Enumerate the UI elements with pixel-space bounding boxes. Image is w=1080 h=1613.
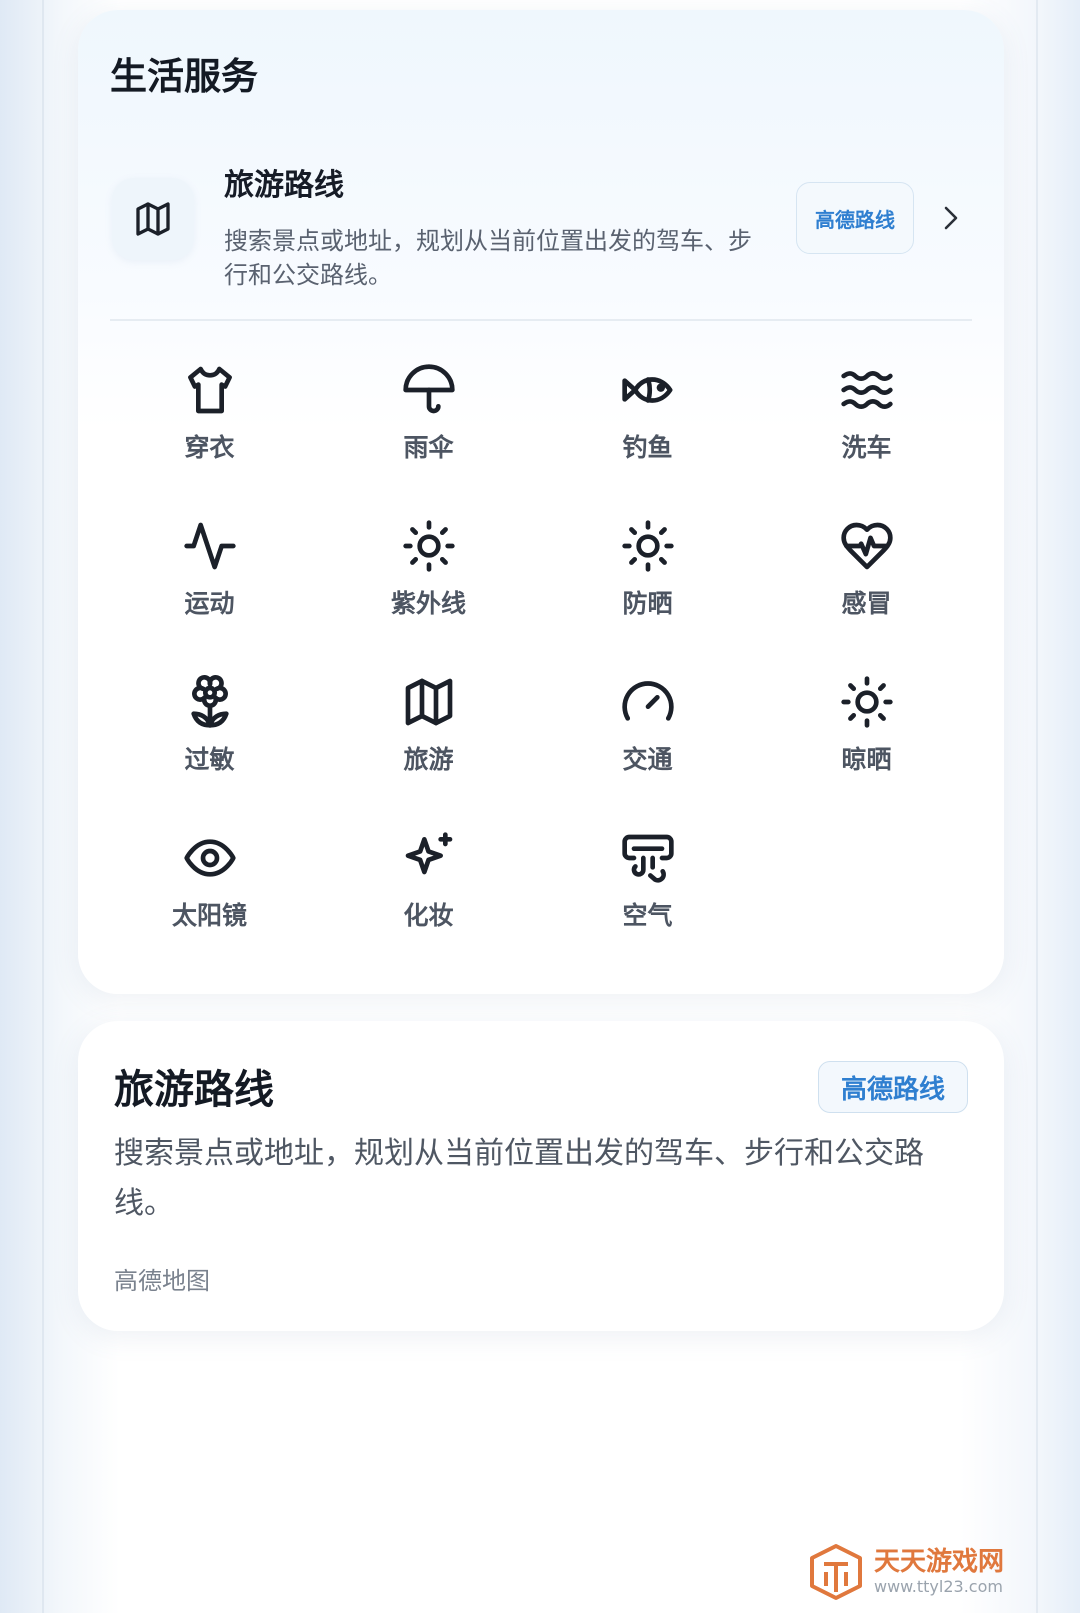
grid-item-sunscreen[interactable]: 防晒 [538, 516, 757, 636]
grid-label: 空气 [622, 901, 673, 930]
chevron-right-icon[interactable] [936, 200, 966, 236]
grid-item-air[interactable]: 空气 [538, 828, 757, 948]
travel-route-card[interactable]: 旅游路线 高德路线 搜索景点或地址，规划从当前位置出发的驾车、步行和公交路线。 … [78, 1021, 1004, 1331]
umbrella-icon [402, 364, 455, 414]
grid-item-drying[interactable]: 晾晒 [757, 672, 976, 792]
heart-pulse-icon [840, 522, 893, 570]
grid-item-travel[interactable]: 旅游 [319, 672, 538, 792]
grid-label: 感冒 [841, 589, 892, 618]
shirt-icon [187, 366, 232, 414]
grid-item-fishing[interactable]: 钓鱼 [538, 360, 757, 480]
grid-item-umbrella[interactable]: 雨伞 [319, 360, 538, 480]
card-source: 高德地图 [114, 1267, 210, 1295]
grid-label: 晾晒 [841, 745, 892, 774]
grid-label: 穿衣 [184, 433, 235, 462]
grid-label: 雨伞 [403, 433, 454, 462]
grid-label: 过敏 [184, 745, 235, 774]
amap-route-badge[interactable]: 高德路线 [818, 1061, 968, 1113]
grid-label: 洗车 [841, 433, 892, 462]
sun-icon [621, 520, 674, 572]
grid-item-sunglasses[interactable]: 太阳镜 [100, 828, 319, 948]
right-rail [1036, 0, 1038, 1613]
sun-icon [402, 520, 455, 572]
grid-label: 钓鱼 [622, 433, 673, 462]
card-title: 旅游路线 [114, 1067, 274, 1113]
grid-item-carwash[interactable]: 洗车 [757, 360, 976, 480]
watermark-logo-icon [810, 1544, 862, 1600]
grid-label: 交通 [622, 745, 673, 774]
grid-item-allergy[interactable]: 过敏 [100, 672, 319, 792]
feature-title: 旅游路线 [224, 168, 344, 203]
page: 生活服务 旅游路线 搜索景点或地址，规划从当前位置出发的驾车、步行和公交路线。 … [0, 0, 1080, 1613]
grid-label: 化妆 [403, 901, 454, 930]
waves-icon [840, 371, 893, 409]
grid-item-traffic[interactable]: 交通 [538, 672, 757, 792]
feature-description: 搜索景点或地址，规划从当前位置出发的驾车、步行和公交路线。 [224, 227, 752, 289]
grid-item-cold[interactable]: 感冒 [757, 516, 976, 636]
grid-label: 防晒 [622, 589, 673, 618]
divider [110, 319, 972, 321]
watermark: 天天游戏网 www.ttyl23.com [806, 1540, 1036, 1604]
grid-item-makeup[interactable]: 化妆 [319, 828, 538, 948]
air-vent-icon [621, 834, 674, 883]
gauge-icon [621, 681, 674, 721]
eye-icon [183, 839, 236, 877]
fish-icon [621, 377, 672, 403]
life-services-card: 生活服务 旅游路线 搜索景点或地址，规划从当前位置出发的驾车、步行和公交路线。 … [78, 10, 1004, 994]
activity-icon [183, 522, 236, 570]
map-icon [112, 178, 194, 260]
flower-icon [190, 675, 229, 728]
map-icon [405, 678, 452, 726]
grid-label: 紫外线 [390, 589, 466, 618]
grid-label: 太阳镜 [171, 901, 247, 930]
watermark-title: 天天游戏网 [874, 1547, 1005, 1577]
grid-item-dressing[interactable]: 穿衣 [100, 360, 319, 480]
grid-label: 运动 [184, 589, 235, 618]
sparkles-icon [405, 832, 452, 875]
watermark-url: www.ttyl23.com [874, 1577, 1003, 1596]
amap-route-badge[interactable]: 高德路线 [796, 182, 914, 254]
left-rail [42, 0, 44, 1613]
sun-icon [840, 676, 893, 728]
grid-label: 旅游 [403, 745, 454, 774]
grid-item-uv[interactable]: 紫外线 [319, 516, 538, 636]
card-description: 搜索景点或地址，规划从当前位置出发的驾车、步行和公交路线。 [114, 1136, 924, 1221]
section-title: 生活服务 [110, 55, 258, 98]
grid-item-sports[interactable]: 运动 [100, 516, 319, 636]
